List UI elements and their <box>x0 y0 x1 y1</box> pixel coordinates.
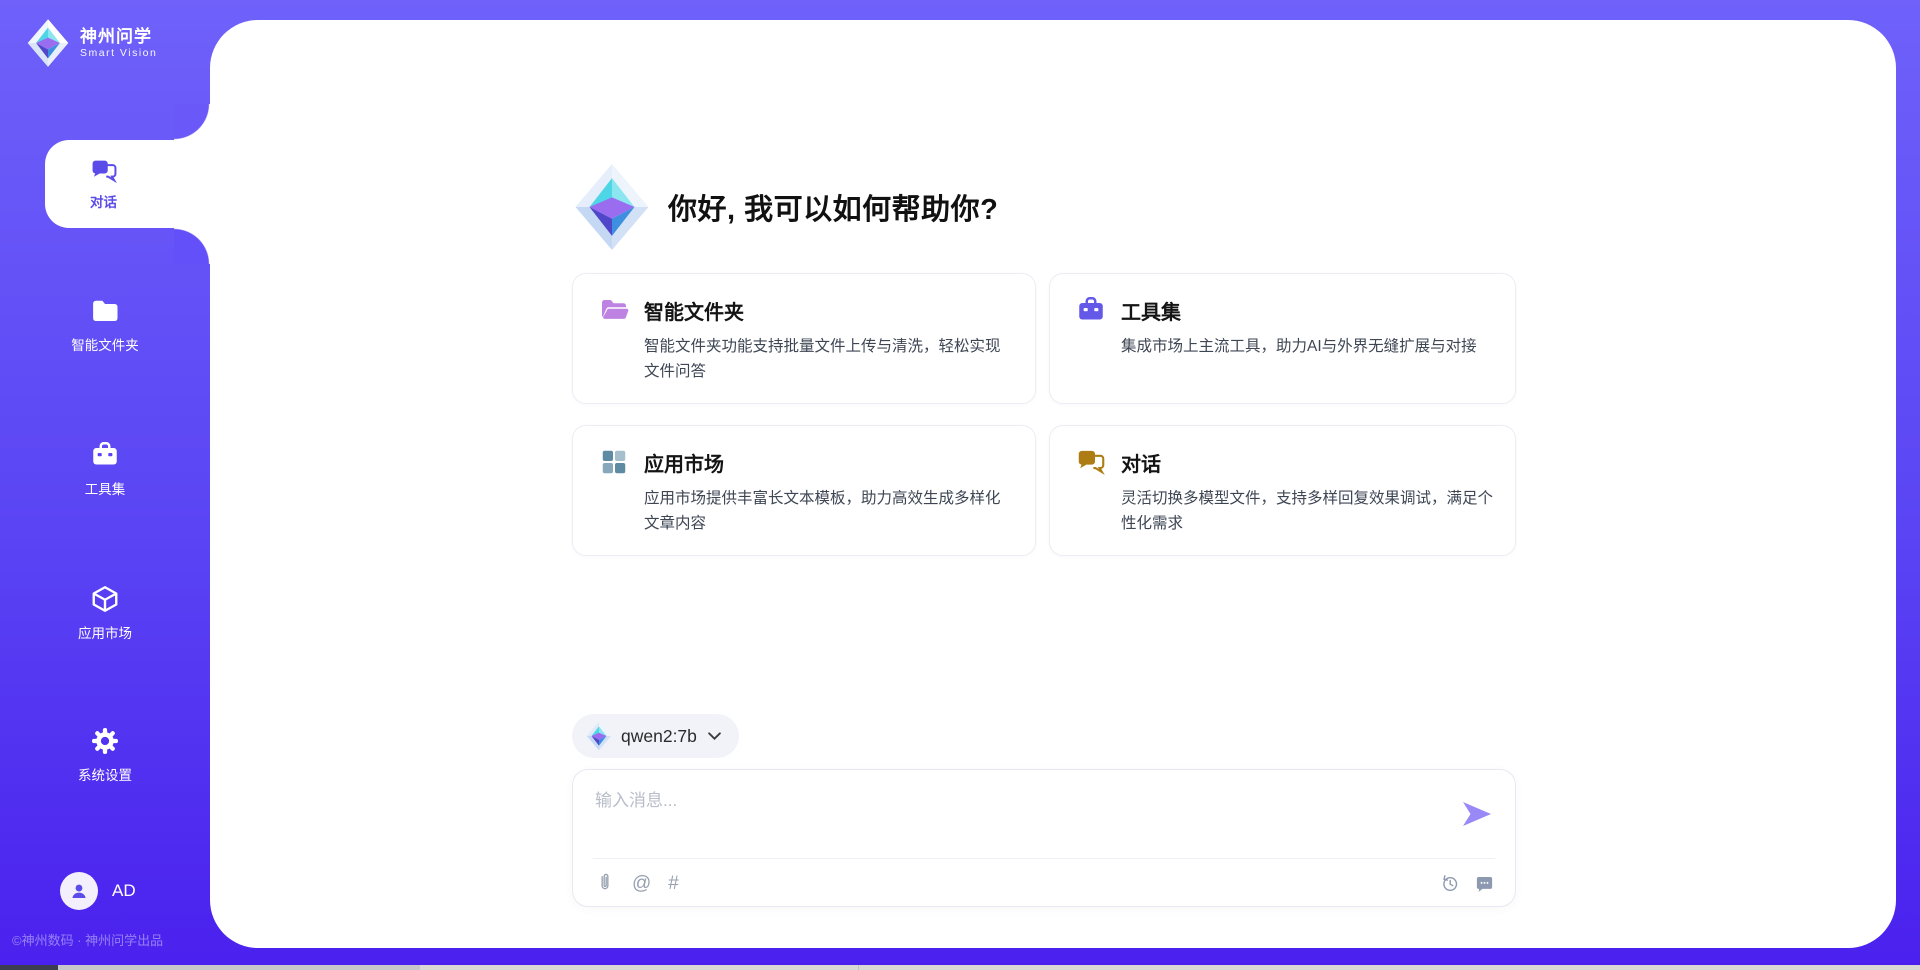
sidebar-item-label: 工具集 <box>85 478 126 498</box>
avatar <box>60 872 98 910</box>
scrollbar-divider <box>858 965 859 970</box>
history-icon <box>1439 873 1460 894</box>
sidebar-item-label: 智能文件夹 <box>71 334 139 354</box>
card-description: 应用市场提供丰富长文本模板，助力高效生成多样化文章内容 <box>644 486 1013 536</box>
user-initials: AD <box>112 881 136 901</box>
sidebar-item-toolbox[interactable]: 工具集 <box>0 440 210 498</box>
chat-icon <box>90 157 118 185</box>
greeting-text: 你好, 我可以如何帮助你? <box>668 186 998 228</box>
send-icon[interactable] <box>1461 800 1493 828</box>
card-toolbox[interactable]: 工具集 集成市场上主流工具，助力AI与外界无缝扩展与对接 <box>1049 273 1516 404</box>
feature-cards: 智能文件夹 智能文件夹功能支持批量文件上传与清洗，轻松实现文件问答 工具集 集成… <box>572 273 1516 556</box>
sidebar-item-label: 对话 <box>90 191 117 211</box>
brand-subtitle: Smart Vision <box>80 47 157 59</box>
model-diamond-icon <box>586 721 612 751</box>
brand-logo: 神州问学 Smart Vision <box>26 18 157 68</box>
brand-title: 神州问学 <box>80 27 157 47</box>
message-composer: @ # <box>572 769 1516 907</box>
grid-icon <box>599 447 629 477</box>
toolbox-icon <box>1076 295 1106 325</box>
paperclip-icon <box>595 873 615 893</box>
chat-bubble-icon <box>1474 873 1495 894</box>
brand-diamond-icon <box>26 18 70 68</box>
card-description: 灵活切换多模型文件，支持多样回复效果调试，满足个性化需求 <box>1121 486 1493 536</box>
model-name: qwen2:7b <box>621 726 697 747</box>
mention-button[interactable]: @ <box>632 874 651 893</box>
composer-toolbar: @ # <box>573 859 1515 907</box>
card-title: 工具集 <box>1121 296 1181 325</box>
cube-icon <box>90 584 120 614</box>
greeting-diamond-icon <box>572 162 652 252</box>
main-panel: 你好, 我可以如何帮助你? 智能文件夹 智能文件夹功能支持批量文件上传与清洗，轻… <box>210 20 1896 948</box>
card-description: 智能文件夹功能支持批量文件上传与清洗，轻松实现文件问答 <box>644 334 1013 384</box>
person-icon <box>68 880 90 902</box>
card-description: 集成市场上主流工具，助力AI与外界无缝扩展与对接 <box>1121 334 1493 359</box>
tab-fillet-top <box>174 104 210 140</box>
model-selector[interactable]: qwen2:7b <box>572 714 739 758</box>
chat-icon <box>1076 447 1106 477</box>
sidebar-item-settings[interactable]: 系统设置 <box>0 726 210 784</box>
new-chat-button[interactable] <box>1474 873 1495 894</box>
sidebar-item-app-market[interactable]: 应用市场 <box>0 584 210 642</box>
sidebar: 神州问学 Smart Vision 对话 智能文件夹 工具集 <box>0 0 210 970</box>
toolbox-icon <box>90 440 120 470</box>
scrollbar-corner <box>0 965 58 970</box>
message-input[interactable] <box>595 786 1435 848</box>
card-chat[interactable]: 对话 灵活切换多模型文件，支持多样回复效果调试，满足个性化需求 <box>1049 425 1516 556</box>
card-title: 应用市场 <box>644 448 724 477</box>
folder-icon <box>90 296 120 326</box>
sidebar-item-smart-folder[interactable]: 智能文件夹 <box>0 296 210 354</box>
tab-fillet-bottom <box>174 228 210 264</box>
history-button[interactable] <box>1439 873 1460 894</box>
card-title: 对话 <box>1121 448 1161 477</box>
card-title: 智能文件夹 <box>644 296 744 325</box>
footer-note: ©神州数码 · 神州问学出品 <box>12 930 163 949</box>
card-smart-folder[interactable]: 智能文件夹 智能文件夹功能支持批量文件上传与清洗，轻松实现文件问答 <box>572 273 1036 404</box>
card-app-market[interactable]: 应用市场 应用市场提供丰富长文本模板，助力高效生成多样化文章内容 <box>572 425 1036 556</box>
folder-icon <box>599 295 629 325</box>
greeting: 你好, 我可以如何帮助你? <box>572 162 998 252</box>
sidebar-item-label: 应用市场 <box>78 622 132 642</box>
hash-button[interactable]: # <box>668 874 679 893</box>
gear-icon <box>90 726 120 756</box>
scrollbar-thumb[interactable] <box>58 965 420 970</box>
sidebar-item-label: 系统设置 <box>78 764 132 784</box>
attach-file-button[interactable] <box>595 873 615 893</box>
bottom-scrollbar[interactable] <box>0 965 1920 970</box>
chevron-down-icon <box>708 732 721 740</box>
user-account[interactable]: AD <box>0 872 210 910</box>
sidebar-item-chat[interactable]: 对话 <box>45 140 210 228</box>
